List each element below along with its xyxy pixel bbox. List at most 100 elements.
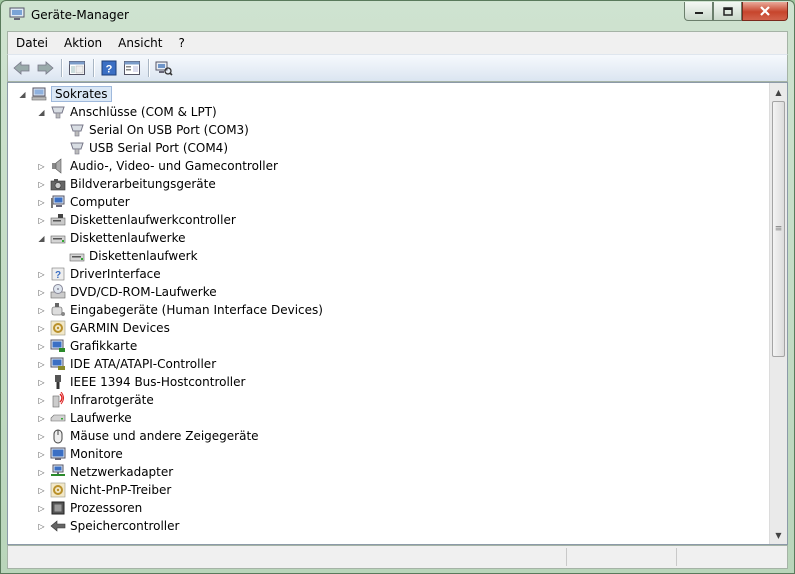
tree-item-label[interactable]: IDE ATA/ATAPI-Controller	[70, 357, 216, 371]
tree-item[interactable]: ▷ Speichercontroller	[37, 517, 179, 535]
expand-arrow-icon[interactable]: ▷	[37, 522, 46, 531]
expand-arrow-icon[interactable]: ▷	[37, 378, 46, 387]
expand-arrow-icon[interactable]: ▷	[37, 180, 46, 189]
tree-item-label[interactable]: Diskettenlaufwerk	[89, 249, 198, 263]
tree-item[interactable]: ▷ Mäuse und andere Zeigegeräte	[37, 427, 259, 445]
expand-arrow-icon[interactable]: ▷	[37, 270, 46, 279]
menu-datei[interactable]: Datei	[8, 36, 56, 50]
tree-item[interactable]: ▷ Audio-, Video- und Gamecontroller	[37, 157, 278, 175]
forward-icon	[37, 61, 54, 75]
expand-arrow-icon[interactable]: ▷	[37, 342, 46, 351]
tree-item-label[interactable]: Infrarotgeräte	[70, 393, 154, 407]
expand-arrow-icon[interactable]: ▷	[37, 432, 46, 441]
tree-item-label[interactable]: Speichercontroller	[70, 519, 179, 533]
expand-arrow-icon[interactable]: ▷	[37, 324, 46, 333]
tree-item[interactable]: ▷ Bildverarbeitungsgeräte	[37, 175, 216, 193]
properties-button[interactable]	[122, 58, 142, 78]
console-tree-button[interactable]	[67, 58, 87, 78]
monitor-icon	[50, 446, 66, 462]
vertical-scrollbar[interactable]: ▲ ≡ ▼	[769, 83, 787, 544]
tree-item[interactable]: Serial On USB Port (COM3)	[56, 121, 249, 139]
tree-item-label[interactable]: Monitore	[70, 447, 123, 461]
tree-item[interactable]: ▷ Monitore	[37, 445, 123, 463]
expand-arrow-icon[interactable]: ▷	[37, 306, 46, 315]
tree-item[interactable]: ▷ Netzwerkadapter	[37, 463, 173, 481]
tree-item-label[interactable]: Grafikkarte	[70, 339, 137, 353]
device-tree[interactable]: ◢ Sokrates ◢ Anschlüsse (COM & LPT) Serial…	[8, 83, 769, 544]
minimize-button[interactable]	[684, 2, 713, 21]
tree-item[interactable]: ▷ IDE ATA/ATAPI-Controller	[37, 355, 216, 373]
scroll-down-icon[interactable]: ▼	[770, 527, 787, 543]
collapse-arrow-icon[interactable]: ◢	[37, 234, 46, 243]
expand-arrow-icon[interactable]: ▷	[37, 216, 46, 225]
expand-arrow-icon[interactable]: ▷	[37, 198, 46, 207]
expand-arrow-icon[interactable]: ▷	[37, 450, 46, 459]
tree-item[interactable]: ◢ Anschlüsse (COM & LPT)	[37, 103, 217, 121]
tree-item[interactable]: Diskettenlaufwerk	[56, 247, 198, 265]
tree-item-label[interactable]: Eingabegeräte (Human Interface Devices)	[70, 303, 323, 317]
tree-item[interactable]: ▷? DriverInterface	[37, 265, 161, 283]
scrollbar-thumb[interactable]: ≡	[772, 101, 785, 357]
tree-item-label[interactable]: Diskettenlaufwerke	[70, 231, 185, 245]
root-label[interactable]: Sokrates	[51, 86, 112, 102]
tree-item-label[interactable]: IEEE 1394 Bus-Hostcontroller	[70, 375, 245, 389]
expand-arrow-icon[interactable]: ▷	[37, 468, 46, 477]
tree-root[interactable]: ◢ Sokrates	[18, 85, 112, 103]
toolbar-separator	[148, 59, 149, 77]
tree-item[interactable]: ▷ GARMIN Devices	[37, 319, 170, 337]
collapse-arrow-icon[interactable]: ◢	[18, 90, 27, 99]
expand-arrow-icon[interactable]: ▷	[37, 360, 46, 369]
tree-item-label[interactable]: Computer	[70, 195, 130, 209]
expand-arrow-icon[interactable]: ▷	[37, 396, 46, 405]
infrared-icon	[50, 391, 66, 408]
expand-arrow-icon[interactable]: ▷	[37, 162, 46, 171]
tree-item[interactable]: ▷ Diskettenlaufwerkcontroller	[37, 211, 236, 229]
tree-item[interactable]: ▷ Grafikkarte	[37, 337, 137, 355]
tree-item-label[interactable]: Nicht-PnP-Treiber	[70, 483, 171, 497]
tree-item-label[interactable]: Netzwerkadapter	[70, 465, 173, 479]
tree-item[interactable]: ▷ Computer	[37, 193, 130, 211]
tree-item[interactable]: ▷ Prozessoren	[37, 499, 142, 517]
window-controls	[684, 2, 788, 21]
scroll-up-icon[interactable]: ▲	[770, 84, 787, 100]
expand-arrow-icon[interactable]: ▷	[37, 414, 46, 423]
network-adapter-icon	[50, 464, 66, 480]
collapse-arrow-icon[interactable]: ◢	[37, 108, 46, 117]
tree-item[interactable]: ▷ Infrarotgeräte	[37, 391, 154, 409]
tree-item-label[interactable]: Serial On USB Port (COM3)	[89, 123, 249, 137]
tree-item-label[interactable]: USB Serial Port (COM4)	[89, 141, 228, 155]
tree-item-label[interactable]: GARMIN Devices	[70, 321, 170, 335]
menu-ansicht[interactable]: Ansicht	[110, 36, 170, 50]
tree-item[interactable]: ▷ Eingabegeräte (Human Interface Devices)	[37, 301, 323, 319]
scan-hardware-button[interactable]	[154, 58, 174, 78]
tree-item[interactable]: ▷ IEEE 1394 Bus-Hostcontroller	[37, 373, 245, 391]
forward-button[interactable]	[35, 58, 55, 78]
title-bar[interactable]: Geräte-Manager	[1, 1, 794, 29]
tree-item-label[interactable]: Bildverarbeitungsgeräte	[70, 177, 216, 191]
tree-item-label[interactable]: DVD/CD-ROM-Laufwerke	[70, 285, 217, 299]
status-bar	[7, 545, 788, 569]
unknown-device-icon: ?	[50, 266, 66, 282]
tree-item-label[interactable]: DriverInterface	[70, 267, 161, 281]
help-button[interactable]: ?	[99, 58, 119, 78]
maximize-button[interactable]	[713, 2, 742, 21]
tree-item-label[interactable]: Audio-, Video- und Gamecontroller	[70, 159, 278, 173]
tree-item[interactable]: ▷ DVD/CD-ROM-Laufwerke	[37, 283, 217, 301]
tree-item[interactable]: ▷ Laufwerke	[37, 409, 132, 427]
menu-aktion[interactable]: Aktion	[56, 36, 110, 50]
expand-arrow-icon[interactable]: ▷	[37, 288, 46, 297]
tree-item[interactable]: ▷ Nicht-PnP-Treiber	[37, 481, 171, 499]
tree-item-label[interactable]: Laufwerke	[70, 411, 132, 425]
menu-help[interactable]: ?	[170, 36, 192, 50]
tree-item-label[interactable]: Anschlüsse (COM & LPT)	[70, 105, 217, 119]
close-button[interactable]	[742, 2, 788, 21]
expand-arrow-icon[interactable]: ▷	[37, 504, 46, 513]
expand-arrow-icon[interactable]: ▷	[37, 486, 46, 495]
tree-item-label[interactable]: Mäuse und andere Zeigegeräte	[70, 429, 259, 443]
tree-item-label[interactable]: Prozessoren	[70, 501, 142, 515]
tree-item[interactable]: USB Serial Port (COM4)	[56, 139, 228, 157]
back-button[interactable]	[12, 58, 32, 78]
tree-item-label[interactable]: Diskettenlaufwerkcontroller	[70, 213, 236, 227]
tree-item[interactable]: ◢ Diskettenlaufwerke	[37, 229, 185, 247]
